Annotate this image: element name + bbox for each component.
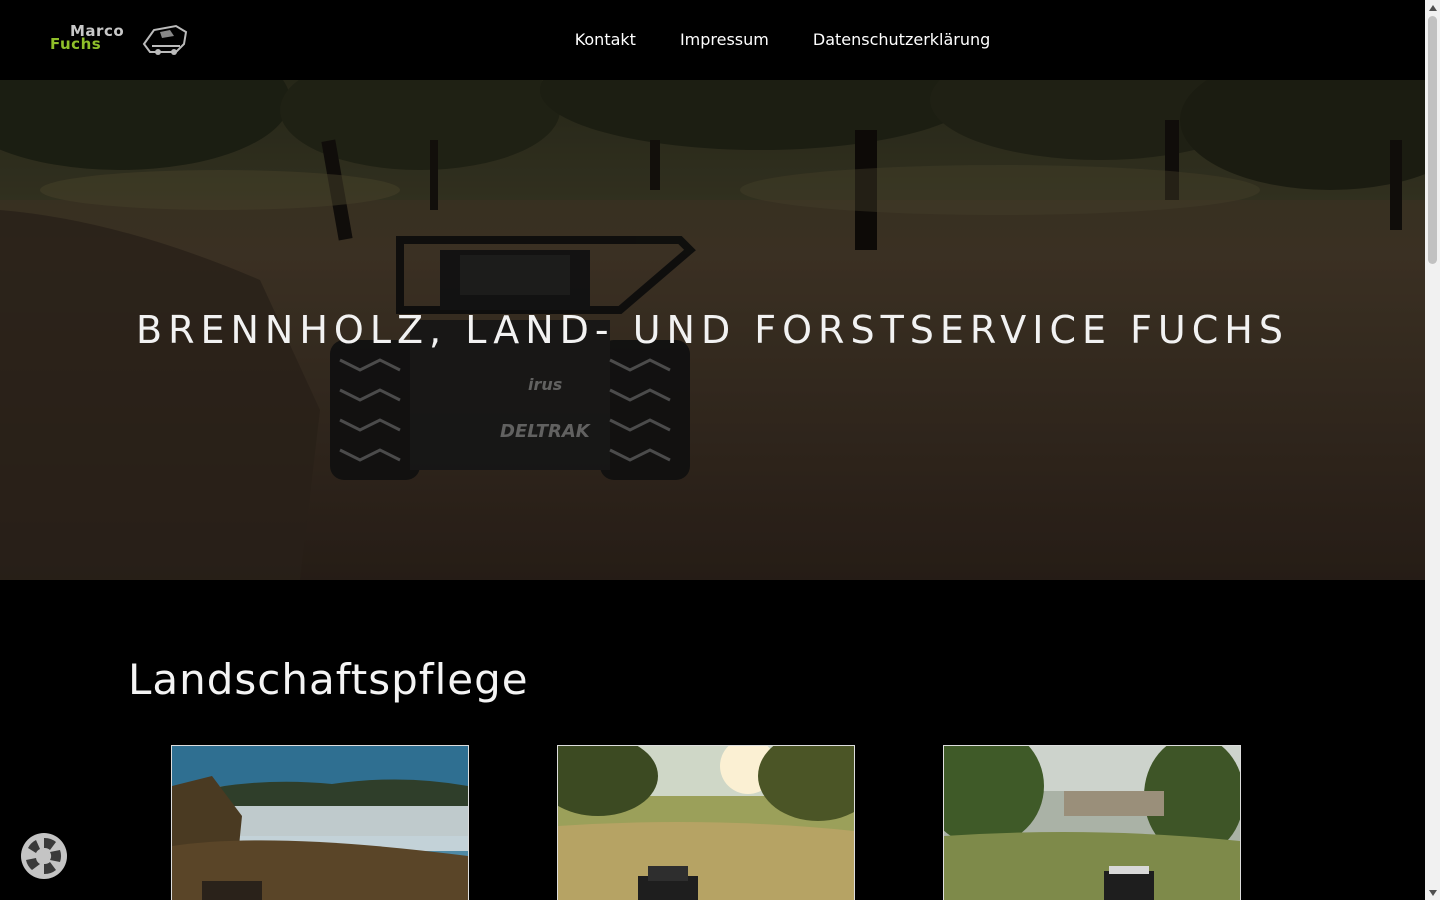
- hero-title: BRENNHOLZ, LAND- UND FORSTSERVICE FUCHS: [136, 308, 1289, 352]
- nav-datenschutz[interactable]: Datenschutzerklärung: [813, 30, 990, 50]
- section-title: Landschaftspflege: [128, 655, 529, 704]
- scroll-down-arrow-icon[interactable]: [1425, 885, 1440, 900]
- cookie-settings-icon: [21, 833, 67, 879]
- site-header: Marco Fuchs Kontakt Impressum Datenschut…: [0, 0, 1425, 80]
- gallery-photo-fog-valley: [172, 746, 468, 900]
- page: Marco Fuchs Kontakt Impressum Datenschut…: [0, 0, 1425, 900]
- cookie-settings-button[interactable]: [20, 832, 68, 880]
- hero-banner: DELTRAK irus BRENNHOLZ, LAND- UND FORSTS…: [0, 80, 1425, 580]
- page-scrollbar[interactable]: [1425, 0, 1440, 900]
- nav-impressum[interactable]: Impressum: [680, 30, 769, 50]
- scrollbar-thumb[interactable]: [1428, 16, 1437, 264]
- main-nav: Kontakt Impressum Datenschutzerklärung: [0, 0, 1425, 80]
- nav-kontakt[interactable]: Kontakt: [575, 30, 636, 50]
- gallery-image-2[interactable]: [557, 745, 855, 900]
- scroll-up-arrow-icon[interactable]: [1425, 0, 1440, 15]
- gallery-photo-orchard: [558, 746, 854, 900]
- gallery-image-3[interactable]: [943, 745, 1241, 900]
- gallery-image-1[interactable]: [171, 745, 469, 900]
- gallery-photo-meadow-view: [944, 746, 1240, 900]
